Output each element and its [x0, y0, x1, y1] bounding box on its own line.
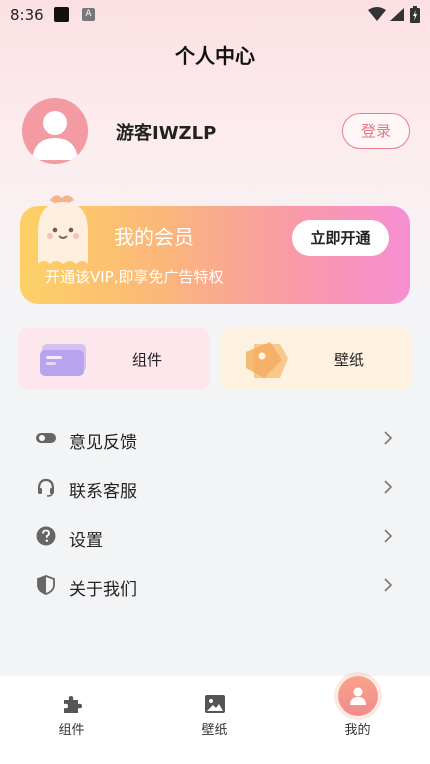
vip-subtitle: 开通该VIP,即享免广告特权 — [45, 268, 224, 286]
puzzle-icon — [63, 696, 82, 713]
wallpaper-tile[interactable]: 壁纸 — [220, 328, 412, 390]
image-icon — [204, 695, 225, 713]
chevron-right-icon — [384, 529, 393, 543]
widget-card-icon — [40, 344, 86, 376]
chevron-right-icon — [384, 431, 393, 445]
menu-item-label: 联系客服 — [69, 482, 137, 502]
vip-title: 我的会员 — [114, 225, 194, 249]
avatar[interactable] — [22, 98, 88, 164]
toggle-icon — [36, 433, 56, 443]
tab-mine[interactable]: 我的 — [286, 676, 429, 764]
activate-vip-button[interactable]: 立即开通 — [292, 220, 389, 256]
page-title: 个人中心 — [175, 44, 255, 68]
chevron-right-icon — [384, 578, 393, 592]
menu-item-settings[interactable]: 设置 — [0, 513, 430, 561]
tab-label: 组件 — [58, 723, 85, 738]
default-avatar-icon — [32, 111, 78, 160]
notification-a-icon: A — [82, 8, 95, 21]
chevron-right-icon — [384, 480, 393, 494]
status-bar: 8:36 A — [0, 0, 430, 30]
widget-tile-label: 组件 — [132, 351, 163, 369]
tab-wallpaper[interactable]: 壁纸 — [143, 676, 286, 764]
bottom-nav: 组件 壁纸 我的 — [0, 676, 430, 764]
headset-icon — [37, 478, 55, 497]
wallpaper-tag-icon — [246, 342, 288, 378]
menu-item-contact-support[interactable]: 联系客服 — [0, 464, 430, 512]
widget-tile[interactable]: 组件 — [18, 328, 210, 390]
notification-icon — [54, 7, 69, 22]
shield-icon — [37, 575, 55, 595]
menu-item-label: 关于我们 — [69, 580, 137, 600]
tab-widgets[interactable]: 组件 — [0, 676, 143, 764]
tab-label: 壁纸 — [201, 723, 228, 738]
tab-label: 我的 — [344, 723, 371, 738]
ghost-mascot-icon — [38, 195, 88, 264]
wallpaper-tile-label: 壁纸 — [334, 351, 365, 369]
status-time: 8:36 — [10, 6, 44, 24]
menu-item-label: 意见反馈 — [69, 433, 137, 453]
menu-item-label: 设置 — [69, 531, 103, 551]
wifi-icon — [368, 7, 386, 21]
login-button[interactable]: 登录 — [342, 113, 410, 149]
signal-icon — [390, 8, 404, 21]
battery-icon — [410, 6, 420, 23]
menu-item-about-us[interactable]: 关于我们 — [0, 562, 430, 610]
menu-item-feedback[interactable]: 意见反馈 — [0, 415, 430, 463]
help-circle-icon — [36, 526, 56, 546]
person-icon — [349, 687, 366, 705]
username: 游客IWZLP — [116, 123, 217, 144]
